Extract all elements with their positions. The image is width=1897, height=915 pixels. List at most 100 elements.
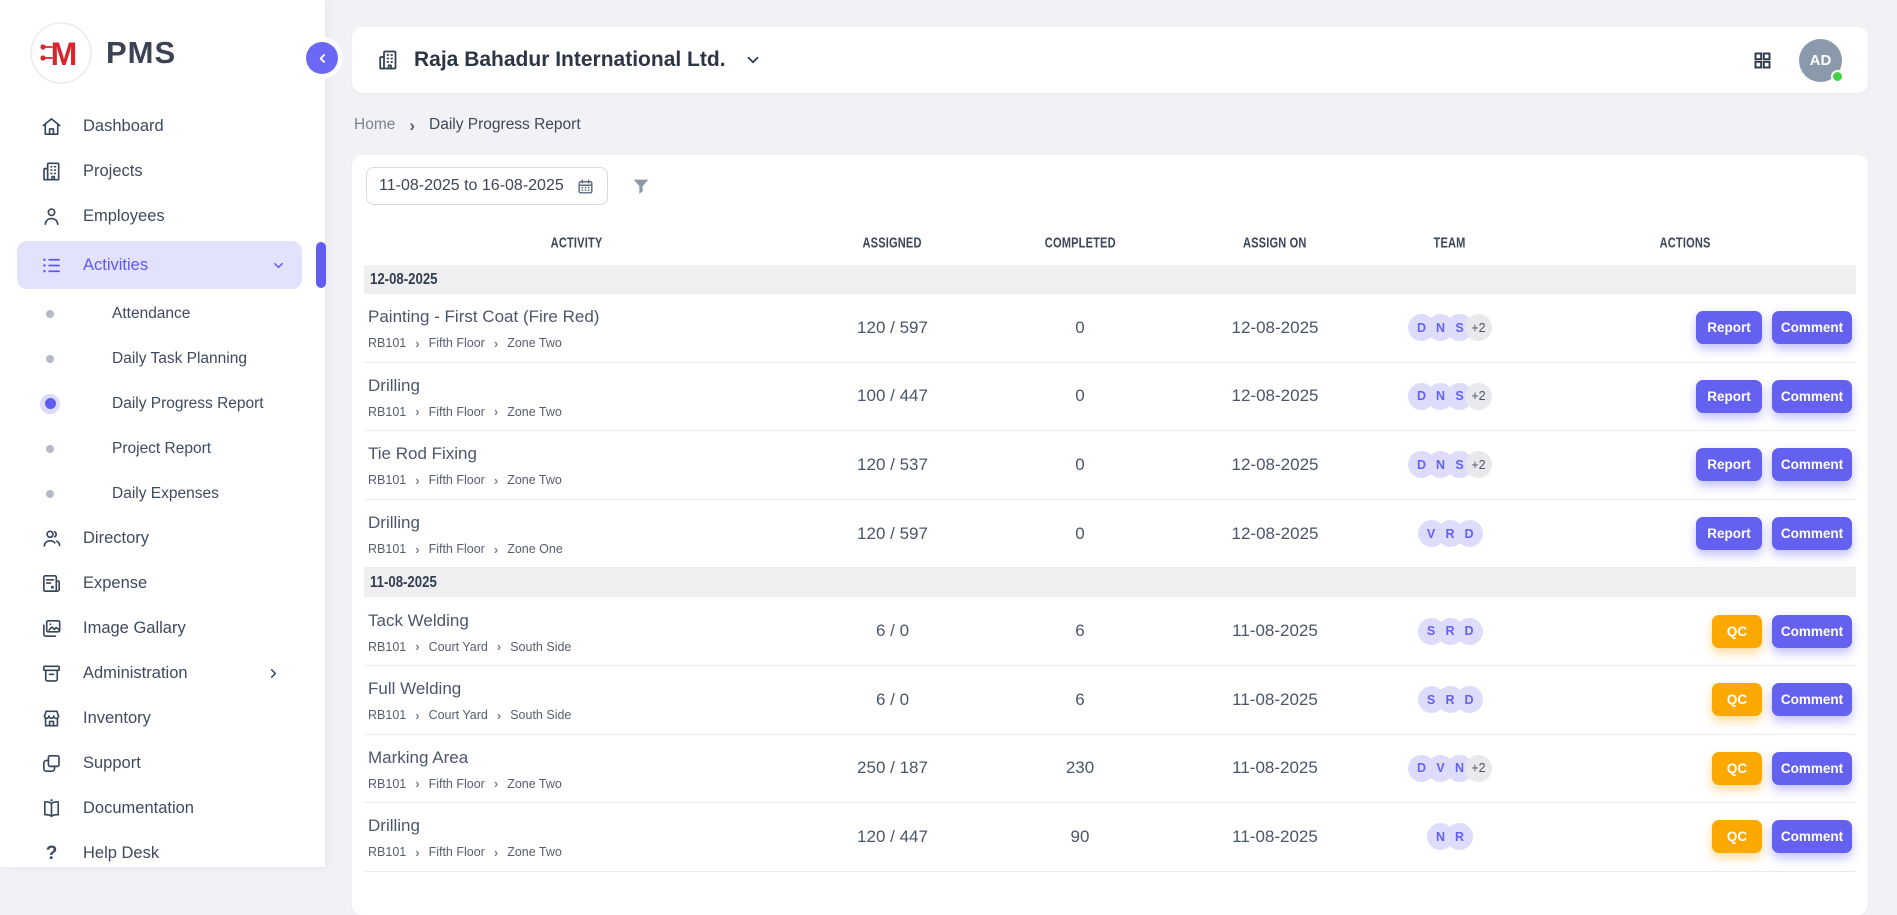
sidebar-subitem-daily-task-planning[interactable]: Daily Task Planning bbox=[0, 336, 325, 381]
sidebar-item-documentation[interactable]: Documentation bbox=[0, 786, 325, 831]
activity-path: RB101›Fifth Floor›Zone Two bbox=[368, 473, 790, 487]
chevron-right-icon: › bbox=[497, 640, 501, 653]
comment-button[interactable]: Comment bbox=[1772, 517, 1852, 550]
team-more-badge[interactable]: +2 bbox=[1465, 383, 1492, 410]
sidebar-subitem-project-report[interactable]: Project Report bbox=[0, 426, 325, 471]
calendar-icon bbox=[576, 177, 595, 196]
sidebar-item-inventory[interactable]: Inventory bbox=[0, 696, 325, 741]
breadcrumb: Home › Daily Progress Report bbox=[354, 115, 1868, 135]
sidebar-item-activities[interactable]: Activities bbox=[17, 241, 302, 289]
column-header: ACTIONS bbox=[1515, 234, 1856, 252]
chevron-right-icon: › bbox=[415, 405, 419, 418]
bullet-icon bbox=[40, 349, 60, 369]
chevron-down-icon bbox=[744, 51, 762, 69]
team-member-avatar[interactable]: D bbox=[1456, 520, 1483, 547]
report-button[interactable]: Report bbox=[1696, 380, 1762, 413]
path-segment: Fifth Floor bbox=[429, 845, 485, 859]
activity-path: RB101›Fifth Floor›Zone Two bbox=[368, 336, 790, 350]
breadcrumb-home-link[interactable]: Home bbox=[354, 116, 395, 134]
chevron-right-icon: › bbox=[497, 709, 501, 722]
completed-value: 230 bbox=[995, 758, 1165, 778]
comment-button[interactable]: Comment bbox=[1772, 820, 1852, 853]
team-member-avatar[interactable]: D bbox=[1456, 618, 1483, 645]
date-group-header: 12-08-2025 bbox=[364, 265, 1856, 294]
table-body: 12-08-2025Painting - First Coat (Fire Re… bbox=[364, 265, 1856, 872]
qc-button[interactable]: QC bbox=[1712, 820, 1762, 853]
path-segment: RB101 bbox=[368, 473, 406, 487]
sidebar-item-administration[interactable]: Administration bbox=[0, 651, 325, 696]
activity-path: RB101›Fifth Floor›Zone Two bbox=[368, 777, 790, 791]
date-range-input[interactable]: 11-08-2025 to 16-08-2025 bbox=[366, 167, 608, 205]
sidebar-item-employees[interactable]: Employees bbox=[0, 194, 325, 239]
chevron-right-icon: › bbox=[415, 474, 419, 487]
chevron-down-icon bbox=[271, 258, 286, 273]
team-member-avatar[interactable]: R bbox=[1446, 823, 1473, 850]
sidebar-item-projects[interactable]: Projects bbox=[0, 149, 325, 194]
team-avatars: VRD bbox=[1385, 520, 1515, 547]
sidebar-subitem-daily-progress-report[interactable]: Daily Progress Report bbox=[0, 381, 325, 426]
activity-cell: Full WeldingRB101›Court Yard›South Side bbox=[364, 677, 790, 722]
comment-button[interactable]: Comment bbox=[1772, 752, 1852, 785]
sidebar-subitem-attendance[interactable]: Attendance bbox=[0, 291, 325, 336]
comment-button[interactable]: Comment bbox=[1772, 311, 1852, 344]
person-icon bbox=[40, 205, 63, 228]
copy-icon bbox=[40, 752, 63, 775]
table-row: DrillingRB101›Fifth Floor›Zone Two100 / … bbox=[364, 363, 1856, 432]
sidebar-item-dashboard[interactable]: Dashboard bbox=[0, 104, 325, 149]
path-segment: RB101 bbox=[368, 640, 406, 654]
sidebar-item-label: Employees bbox=[83, 207, 165, 226]
team-more-badge[interactable]: +2 bbox=[1465, 755, 1492, 782]
report-button[interactable]: Report bbox=[1696, 448, 1762, 481]
top-bar: Raja Bahadur International Ltd. AD bbox=[352, 27, 1868, 93]
comment-button[interactable]: Comment bbox=[1772, 615, 1852, 648]
sidebar-subitem-daily-expenses[interactable]: Daily Expenses bbox=[0, 471, 325, 516]
table-row: Full WeldingRB101›Court Yard›South Side6… bbox=[364, 666, 1856, 735]
sidebar-item-support[interactable]: Support bbox=[0, 741, 325, 786]
company-selector[interactable]: Raja Bahadur International Ltd. bbox=[376, 48, 762, 72]
activity-path: RB101›Court Yard›South Side bbox=[368, 640, 790, 654]
list-icon bbox=[40, 254, 63, 277]
comment-button[interactable]: Comment bbox=[1772, 380, 1852, 413]
online-status-dot bbox=[1831, 70, 1844, 83]
table-header-row: ACTIVITYASSIGNEDCOMPLETEDASSIGN ONTEAMAC… bbox=[364, 221, 1856, 265]
bullet-icon bbox=[40, 439, 60, 459]
chevron-left-icon bbox=[315, 51, 330, 66]
activity-name: Drilling bbox=[368, 376, 790, 396]
team-more-badge[interactable]: +2 bbox=[1465, 451, 1492, 478]
chevron-right-icon: › bbox=[494, 474, 498, 487]
receipt-icon bbox=[40, 572, 63, 595]
user-avatar[interactable]: AD bbox=[1799, 39, 1842, 82]
assign-on-value: 11-08-2025 bbox=[1165, 827, 1385, 847]
comment-button[interactable]: Comment bbox=[1772, 683, 1852, 716]
activity-path: RB101›Fifth Floor›Zone Two bbox=[368, 845, 790, 859]
qc-button[interactable]: QC bbox=[1712, 615, 1762, 648]
sidebar-collapse-button[interactable] bbox=[306, 42, 338, 74]
report-button[interactable]: Report bbox=[1696, 517, 1762, 550]
sidebar-item-image-gallary[interactable]: Image Gallary bbox=[0, 606, 325, 651]
actions-cell: QC Comment bbox=[1515, 615, 1856, 648]
sidebar-item-expense[interactable]: Expense bbox=[0, 561, 325, 606]
comment-button[interactable]: Comment bbox=[1772, 448, 1852, 481]
bullet-icon bbox=[40, 304, 60, 324]
building-icon bbox=[40, 160, 63, 183]
column-header: COMPLETED bbox=[995, 234, 1165, 252]
archive-icon bbox=[40, 662, 63, 685]
sidebar-subitem-label: Daily Progress Report bbox=[112, 395, 264, 413]
team-avatars: SRD bbox=[1385, 618, 1515, 645]
apps-grid-icon[interactable] bbox=[1752, 50, 1773, 71]
activity-cell: Marking AreaRB101›Fifth Floor›Zone Two bbox=[364, 746, 790, 791]
sidebar-item-label: Administration bbox=[83, 664, 188, 683]
activity-name: Full Welding bbox=[368, 679, 790, 699]
team-more-badge[interactable]: +2 bbox=[1465, 314, 1492, 341]
assigned-value: 6 / 0 bbox=[790, 621, 995, 641]
path-segment: Zone Two bbox=[507, 336, 562, 350]
filter-funnel-icon[interactable] bbox=[630, 175, 652, 197]
team-member-avatar[interactable]: D bbox=[1456, 686, 1483, 713]
report-button[interactable]: Report bbox=[1696, 311, 1762, 344]
qc-button[interactable]: QC bbox=[1712, 752, 1762, 785]
activity-cell: Tack WeldingRB101›Court Yard›South Side bbox=[364, 609, 790, 654]
qc-button[interactable]: QC bbox=[1712, 683, 1762, 716]
sidebar-item-help-desk[interactable]: ?Help Desk bbox=[0, 831, 325, 876]
chevron-right-icon: › bbox=[494, 337, 498, 350]
sidebar-item-directory[interactable]: Directory bbox=[0, 516, 325, 561]
